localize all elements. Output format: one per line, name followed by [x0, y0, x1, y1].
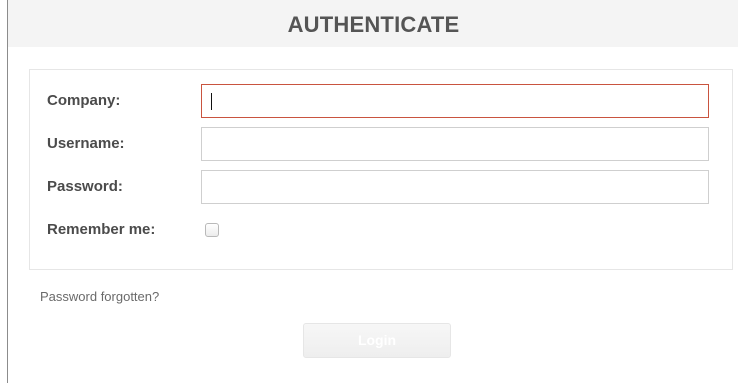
login-button[interactable]: Login: [303, 323, 451, 358]
password-row: Password:: [30, 170, 732, 204]
username-label: Username:: [47, 135, 125, 152]
remember-me-label: Remember me:: [47, 221, 156, 238]
company-row: Company:: [30, 84, 732, 118]
remember-row: Remember me:: [30, 213, 732, 247]
text-caret: [211, 93, 212, 110]
remember-me-checkbox[interactable]: [205, 223, 219, 237]
company-field[interactable]: [201, 84, 709, 118]
company-label: Company:: [47, 92, 121, 109]
username-row: Username:: [30, 127, 732, 161]
username-field[interactable]: [201, 127, 709, 161]
login-form: Company: Username: Password: Remember me…: [29, 69, 733, 270]
password-field[interactable]: [201, 170, 709, 204]
panel-title: AUTHENTICATE: [8, 0, 738, 47]
authenticate-panel: AUTHENTICATE Company: Username: Password…: [7, 0, 738, 383]
password-label: Password:: [47, 178, 123, 195]
password-forgotten-link[interactable]: Password forgotten?: [40, 289, 159, 304]
